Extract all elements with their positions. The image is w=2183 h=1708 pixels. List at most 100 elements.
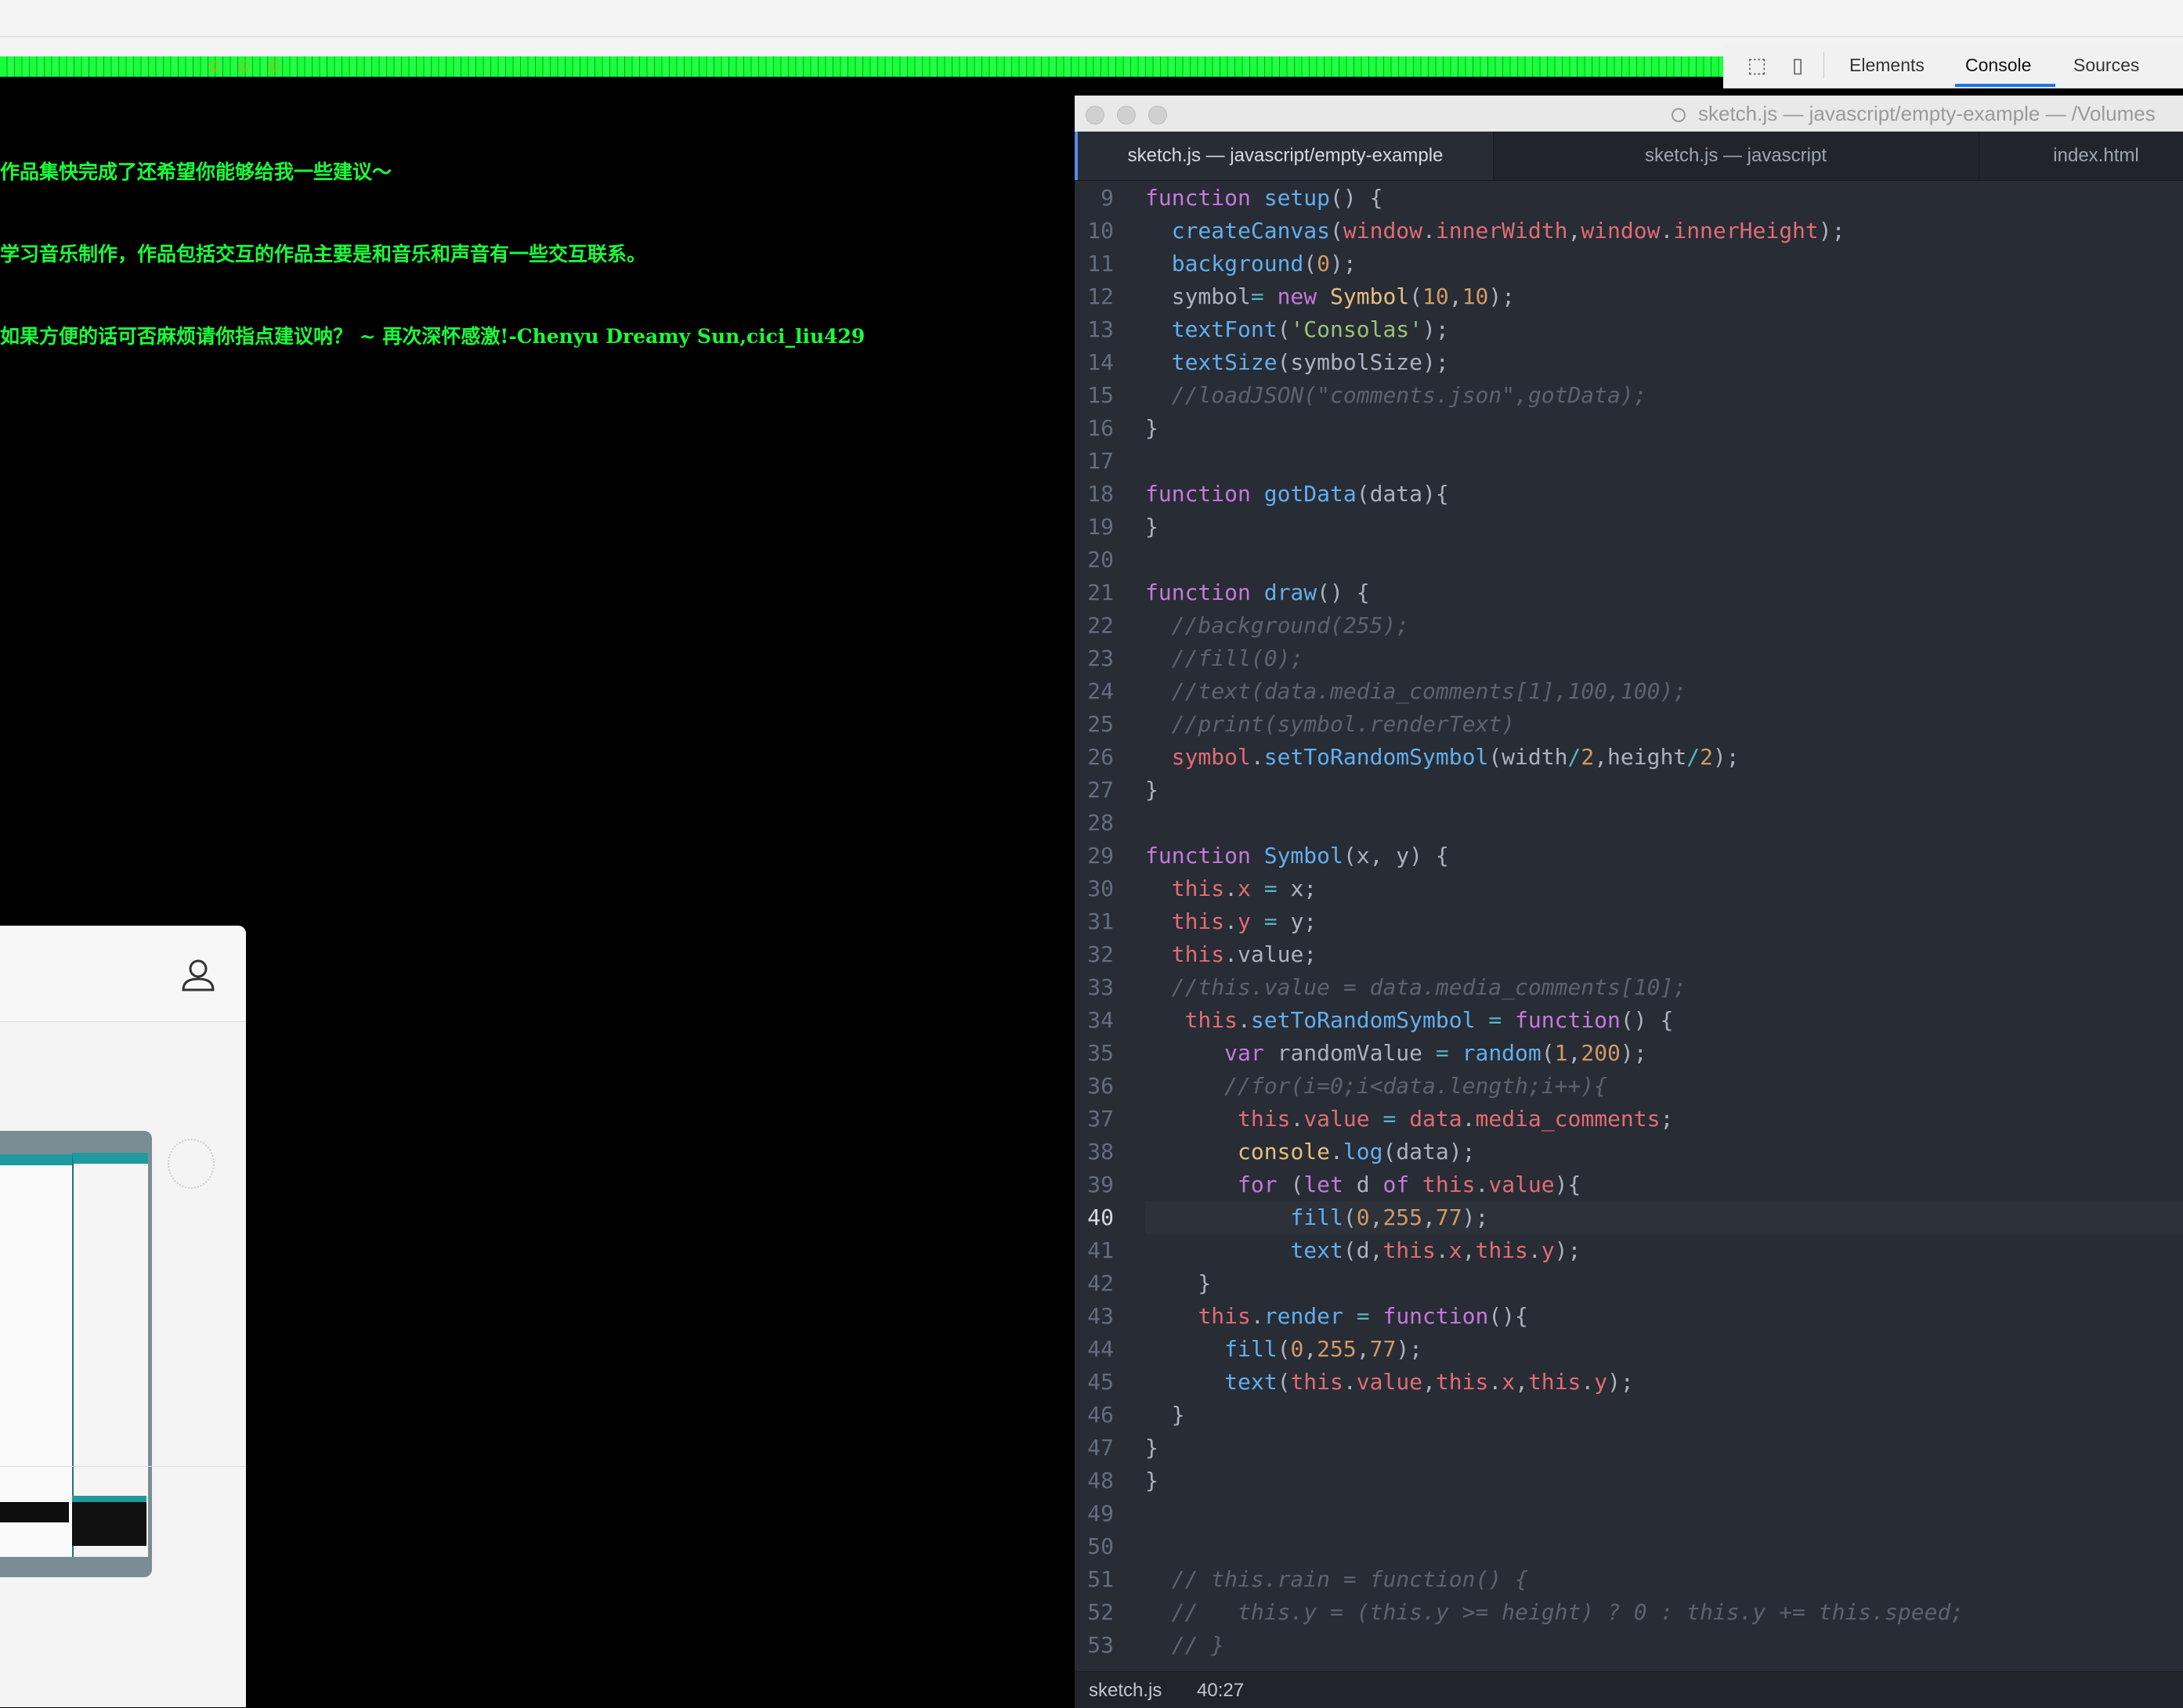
thumbnail-console (0, 1502, 69, 1522)
line-number: 46 (1087, 1402, 1114, 1428)
line-number: 25 (1087, 711, 1114, 737)
active-tab-indicator (1955, 84, 2055, 87)
line-number: 14 (1087, 349, 1114, 375)
code-line[interactable]: } (1145, 1464, 1158, 1497)
code-line[interactable]: this.x = x; (1145, 872, 1317, 905)
line-number: 31 (1087, 908, 1114, 934)
panel-header (0, 926, 246, 1022)
code-line[interactable]: function Symbol(x, y) { (1145, 840, 1449, 872)
code-line[interactable]: } (1145, 774, 1158, 807)
line-number: 11 (1087, 251, 1114, 276)
line-number: 37 (1087, 1106, 1114, 1132)
code-line[interactable]: //this.value = data.media_comments[10]; (1145, 971, 1686, 1004)
code-line[interactable]: function gotData(data){ (1145, 478, 1449, 511)
devtools-header: ⬚ ▯ Elements Console Sources (1723, 44, 2183, 88)
line-number: 48 (1087, 1468, 1114, 1493)
editor-titlebar: sketch.js — javascript/empty-example — /… (1075, 96, 2183, 132)
line-number: 38 (1087, 1139, 1114, 1165)
line-number: 20 (1087, 547, 1114, 572)
code-line[interactable]: this.y = y; (1145, 905, 1317, 938)
line-number: 53 (1087, 1632, 1114, 1658)
line-number: 19 (1087, 514, 1114, 540)
line-number: 36 (1087, 1073, 1114, 1099)
code-line[interactable]: this.render = function(){ (1145, 1300, 1527, 1333)
comment-line: 如果方便的话可否麻烦请你指点建议呐？ ~ 再次深怀感激!-Chenyu Drea… (0, 325, 866, 348)
code-line[interactable]: function draw() { (1145, 576, 1370, 609)
code-line[interactable]: } (1145, 1399, 1185, 1432)
code-line[interactable]: this.value = data.media_comments; (1145, 1103, 1673, 1136)
code-line[interactable]: symbol= new Symbol(10,10); (1145, 280, 1515, 313)
code-line[interactable]: // this.y = (this.y >= height) ? 0 : thi… (1145, 1596, 1964, 1629)
thumbnail-console (72, 1496, 146, 1546)
inspect-element-icon[interactable]: ⬚ (1745, 53, 1769, 77)
file-status-icon (1672, 108, 1686, 122)
line-number: 29 (1087, 843, 1114, 868)
line-number: 12 (1087, 283, 1114, 309)
line-number: 16 (1087, 415, 1114, 441)
line-number: 13 (1087, 316, 1114, 342)
line-number: 45 (1087, 1369, 1114, 1395)
line-number: 50 (1087, 1533, 1114, 1559)
code-line[interactable]: text(d,this.x,this.y); (1145, 1234, 1581, 1267)
minimize-window-button[interactable] (1117, 106, 1136, 125)
line-number: 9 (1101, 185, 1114, 211)
code-line[interactable]: symbol.setToRandomSymbol(width/2,height/… (1145, 741, 1740, 774)
code-line[interactable]: createCanvas(window.innerWidth,window.in… (1145, 215, 1845, 247)
tab-sources[interactable]: Sources (2073, 53, 2139, 77)
device-toolbar-icon[interactable]: ▯ (1786, 53, 1809, 77)
code-line[interactable]: fill(0,255,77); (1145, 1333, 1422, 1366)
line-number: 27 (1087, 777, 1114, 803)
line-number: 26 (1087, 744, 1114, 770)
sketch-doodle-icon (168, 1139, 215, 1189)
status-file-name[interactable]: sketch.js (1089, 1680, 1162, 1702)
line-number: 51 (1087, 1566, 1114, 1592)
line-number: 33 (1087, 974, 1114, 1000)
close-window-button[interactable] (1086, 106, 1104, 125)
code-line[interactable]: //fill(0); (1145, 642, 1304, 675)
tab-sketch-empty-example[interactable]: sketch.js — javascript/empty-example (1075, 132, 1494, 180)
editor-status-bar: sketch.js 40:27 (1075, 1671, 2183, 1708)
panel-divider (0, 1466, 246, 1467)
code-line[interactable]: this.value; (1145, 938, 1317, 971)
line-number: 30 (1087, 876, 1114, 901)
code-line[interactable]: //loadJSON("comments.json",gotData); (1145, 379, 1647, 412)
code-line[interactable]: console.log(data); (1145, 1136, 1475, 1168)
editor-tab-bar: sketch.js — javascript/empty-example ske… (1075, 132, 2183, 181)
code-line[interactable]: this.setToRandomSymbol = function() { (1145, 1004, 1674, 1037)
status-cursor-position[interactable]: 40:27 (1197, 1680, 1244, 1702)
code-line[interactable]: } (1145, 1267, 1211, 1300)
canvas-green-text-bar: ☺ ☺ ☺ (0, 56, 1723, 77)
code-line[interactable]: textFont('Consolas'); (1145, 313, 1449, 346)
code-line[interactable]: function setup() { (1145, 182, 1382, 215)
thumbnail-window (0, 1154, 72, 1557)
code-line[interactable]: text(this.value,this.x,this.y); (1145, 1366, 1634, 1399)
code-line[interactable]: var randomValue = random(1,200); (1145, 1037, 1646, 1070)
code-line[interactable]: } (1145, 511, 1158, 543)
code-line[interactable]: //for(i=0;i<data.length;i++){ (1145, 1070, 1607, 1103)
code-line[interactable]: fill(0,255,77); (1145, 1201, 1488, 1234)
comment-line: 学习音乐制作，作品包括交互的作品主要是和音乐和声音有一些交互联系。 (0, 243, 647, 265)
line-number: 42 (1087, 1270, 1114, 1296)
line-number: 18 (1087, 481, 1114, 507)
code-line[interactable]: //print(symbol.renderText) (1145, 708, 1515, 741)
line-number: 32 (1087, 941, 1114, 967)
code-line[interactable]: //text(data.media_comments[1],100,100); (1145, 675, 1686, 708)
code-line[interactable]: background(0); (1145, 247, 1357, 280)
code-line[interactable]: // this.rain = function() { (1145, 1563, 1528, 1596)
tab-sketch-javascript[interactable]: sketch.js — javascript (1493, 132, 1979, 180)
code-line[interactable]: } (1145, 1432, 1158, 1464)
face-emoji-icon: ☺ (205, 56, 223, 75)
code-line[interactable]: for (let d of this.value){ (1145, 1168, 1581, 1201)
tab-elements[interactable]: Elements (1849, 53, 1925, 77)
maximize-window-button[interactable] (1148, 106, 1167, 125)
code-line[interactable]: } (1145, 412, 1158, 445)
line-number: 17 (1087, 448, 1114, 474)
code-line[interactable]: textSize(symbolSize); (1145, 346, 1449, 379)
screenshot-thumbnail[interactable] (0, 1131, 152, 1577)
line-number: 23 (1087, 645, 1114, 671)
code-line[interactable]: // } (1145, 1629, 1224, 1662)
tab-index-html[interactable]: index.html (1979, 132, 2183, 180)
code-line[interactable]: //background(255); (1145, 609, 1409, 642)
tab-console[interactable]: Console (1965, 53, 2031, 77)
user-icon[interactable] (179, 955, 218, 995)
